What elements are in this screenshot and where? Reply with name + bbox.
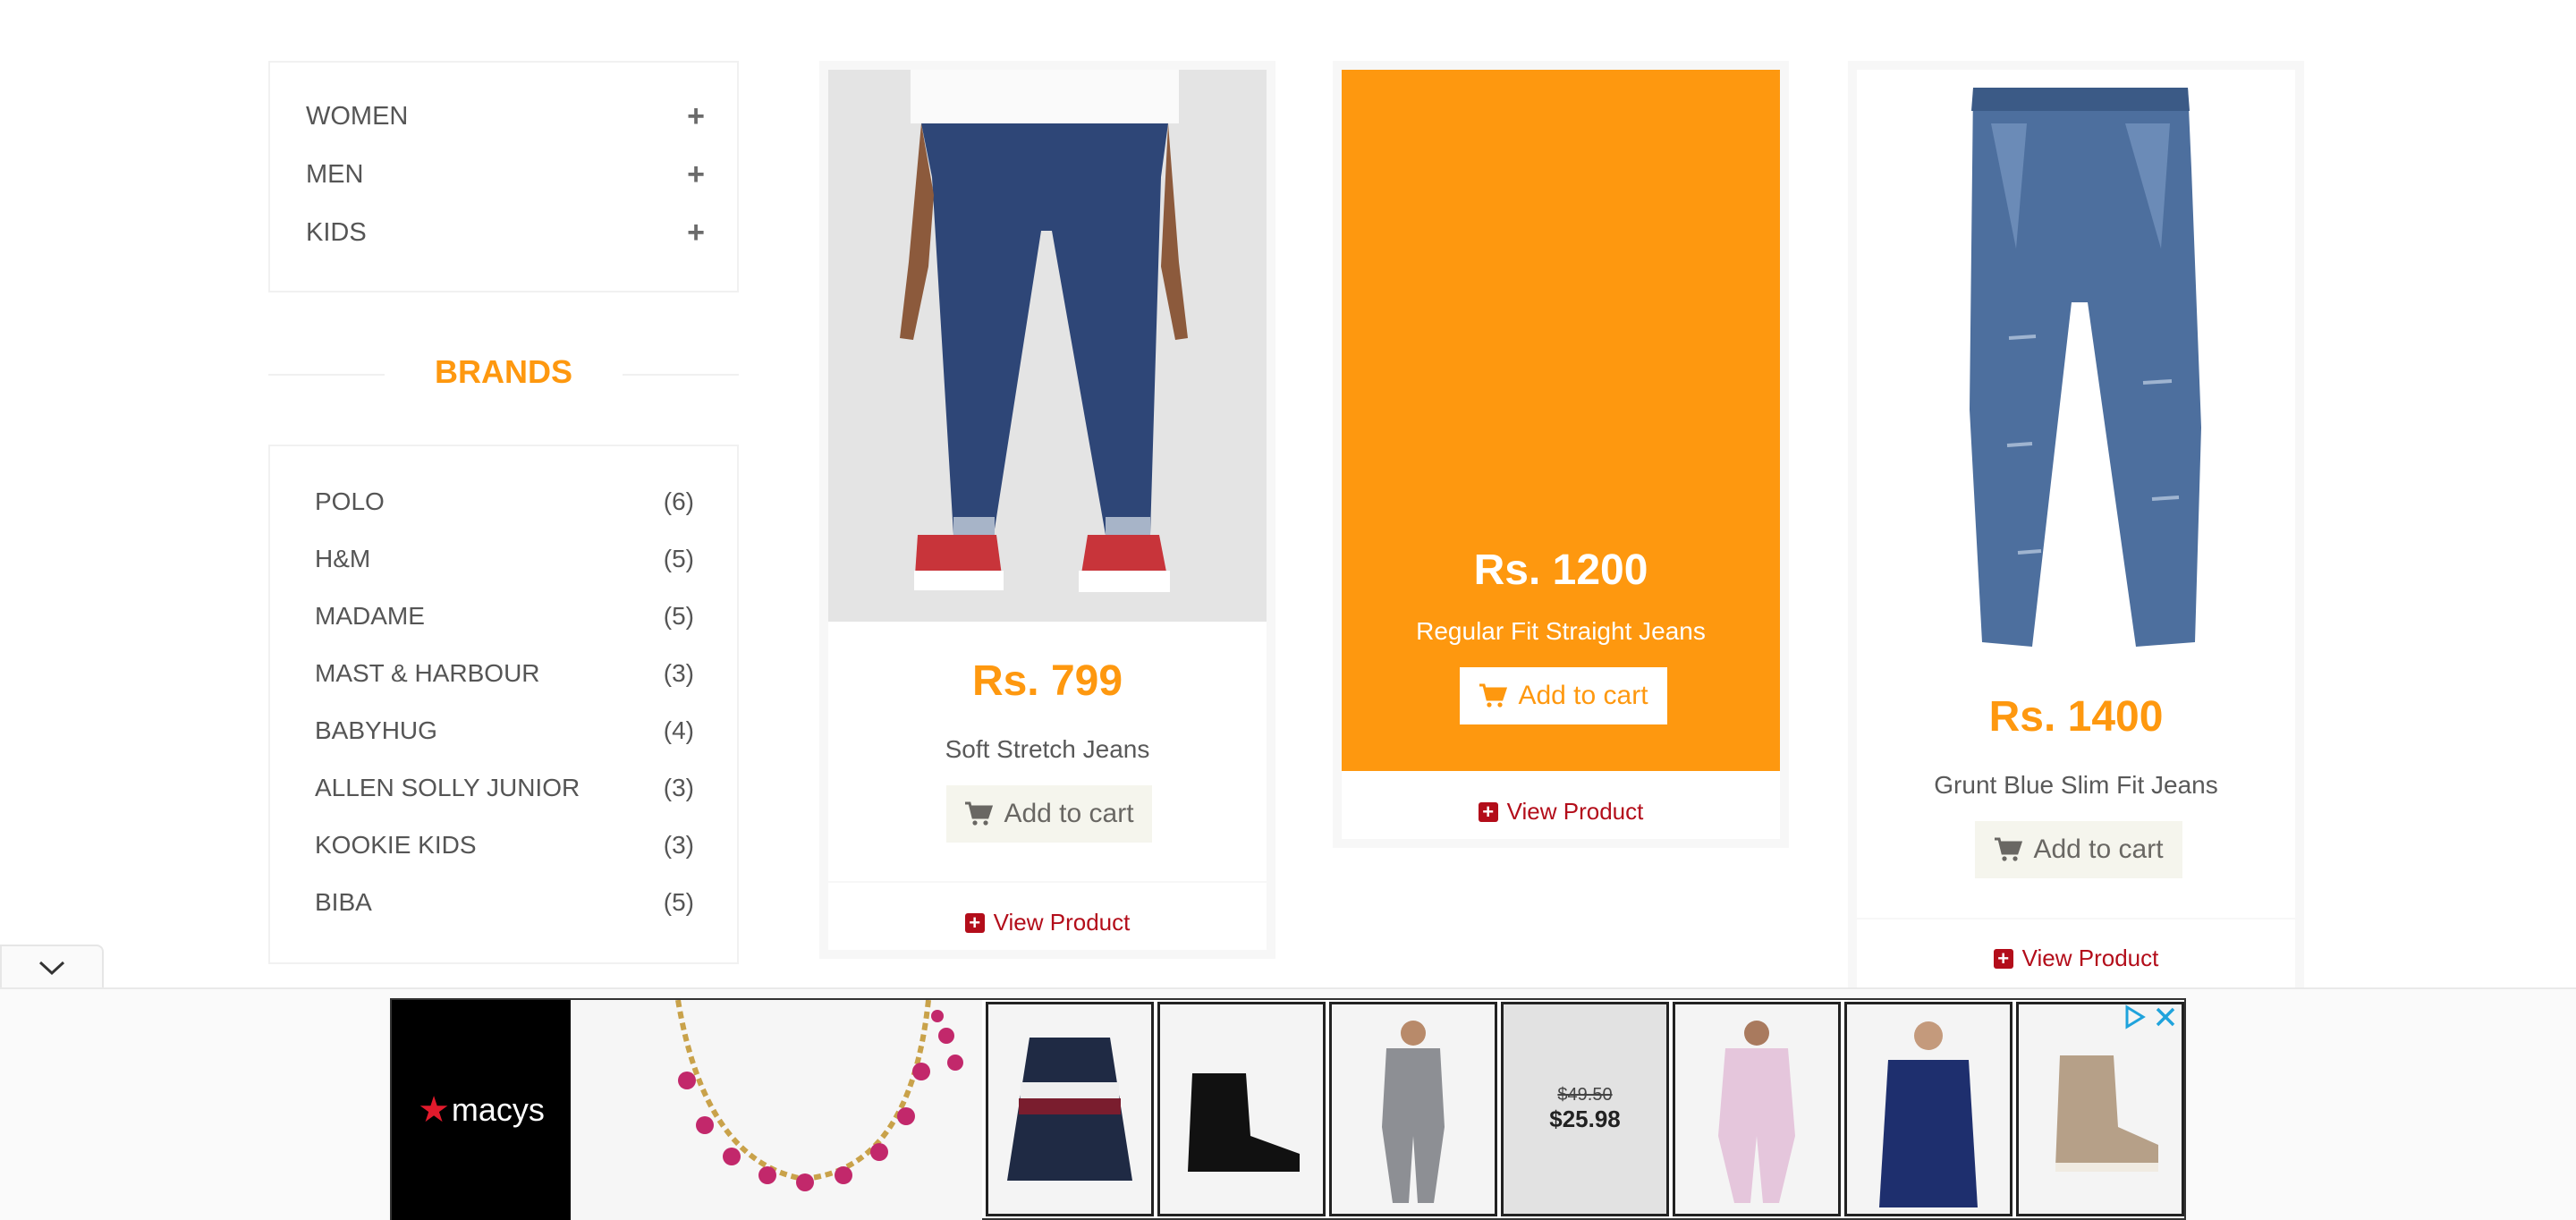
brand-name: BABYHUG — [315, 716, 437, 744]
brand-count: (4) — [663, 716, 694, 744]
old-price: $49.50 — [1557, 1085, 1613, 1105]
brand-count: (5) — [663, 602, 694, 630]
add-to-cart-label: Add to cart — [2033, 835, 2164, 864]
card-divider — [1857, 918, 2295, 919]
ad-product-tile[interactable]: $49.50 $25.98 — [1501, 1002, 1669, 1216]
brand-name: KOOKIE KIDS — [315, 831, 477, 859]
view-product-label: View Product — [993, 909, 1131, 936]
brand-count: (5) — [663, 545, 694, 572]
brand-count: (3) — [663, 774, 694, 801]
product-card: Rs. 799 Soft Stretch Jeans Add to cart +… — [819, 61, 1275, 959]
product-card: Rs. 1200 Regular Fit Straight Jeans Add … — [1333, 61, 1789, 848]
add-to-cart-button[interactable]: Add to cart — [946, 785, 1152, 843]
plus-square-icon: + — [1478, 801, 1498, 822]
blouse-image — [1879, 1021, 1978, 1207]
category-label: MEN — [306, 159, 364, 189]
brand-count: (6) — [663, 487, 694, 515]
brand-name: POLO — [315, 487, 385, 515]
cart-icon — [1479, 683, 1508, 707]
product-name: Grunt Blue Slim Fit Jeans — [1934, 771, 2218, 799]
view-product-link[interactable]: + View Product — [1342, 798, 1780, 826]
add-to-cart-label: Add to cart — [1518, 681, 1648, 710]
brand-count: (3) — [663, 831, 694, 859]
grey-suit-image — [1382, 1021, 1445, 1203]
plus-icon[interactable]: + — [687, 159, 705, 190]
category-label: WOMEN — [306, 101, 409, 131]
add-to-cart-button[interactable]: Add to cart — [1460, 667, 1667, 724]
necklace-graphic — [675, 999, 963, 1191]
jeans-photo — [828, 70, 1267, 622]
brand-name: MADAME — [315, 602, 425, 630]
product-name: Soft Stretch Jeans — [945, 735, 1150, 763]
ad-collapse-button[interactable] — [0, 945, 104, 989]
macys-logo: ★ macys — [392, 1000, 571, 1220]
brand-name: ALLEN SOLLY JUNIOR — [315, 774, 580, 801]
brand-item[interactable]: MAST & HARBOUR (3) — [315, 656, 694, 691]
card-divider — [828, 881, 1267, 883]
brands-heading: BRANDS — [268, 347, 739, 397]
product-overlay[interactable]: Rs. 1200 Regular Fit Straight Jeans Add … — [1342, 70, 1780, 771]
category-women[interactable]: WOMEN + — [306, 98, 705, 134]
view-product-link[interactable]: + View Product — [1857, 945, 2295, 972]
new-price: $25.98 — [1549, 1106, 1621, 1132]
brand-name: BIBA — [315, 888, 372, 916]
ad-product-tile[interactable] — [1157, 1002, 1326, 1216]
brands-title: BRANDS — [434, 353, 572, 390]
plus-square-icon: + — [1993, 948, 2013, 969]
view-product-label: View Product — [1506, 798, 1644, 825]
product-card: Rs. 1400 Grunt Blue Slim Fit Jeans Add t… — [1848, 61, 2304, 991]
brand-item[interactable]: BABYHUG (4) — [315, 713, 694, 749]
plus-icon[interactable]: + — [687, 217, 705, 248]
chevron-down-icon — [38, 961, 65, 976]
close-icon[interactable] — [2152, 1004, 2179, 1030]
ad-product-tile[interactable] — [1844, 1002, 2012, 1216]
sale-price: $49.50 $25.98 — [1549, 1085, 1621, 1133]
brand-item[interactable]: MADAME (5) — [315, 598, 694, 634]
product-price: Rs. 1200 — [1473, 546, 1648, 594]
ad-banner[interactable]: ★ macys $49.50 $25.98 — [390, 998, 2186, 1220]
brands-panel: POLO (6) H&M (5) MADAME (5) MAST & HARBOUR (… — [268, 445, 739, 964]
ad-product-tile[interactable] — [1329, 1002, 1497, 1216]
necklace-image[interactable] — [571, 999, 982, 1220]
chelsea-boot-image — [2055, 1055, 2158, 1172]
view-product-link[interactable]: + View Product — [828, 909, 1267, 936]
category-kids[interactable]: KIDS + — [306, 215, 705, 250]
view-product-label: View Product — [2021, 945, 2159, 971]
add-to-cart-label: Add to cart — [1004, 799, 1134, 828]
ad-product-tile[interactable] — [986, 1002, 1154, 1216]
boot-image — [1188, 1073, 1300, 1172]
brand-count: (5) — [663, 888, 694, 916]
plus-icon[interactable]: + — [687, 101, 705, 131]
jeans-photo — [1970, 88, 2201, 647]
brand-count: (3) — [663, 659, 694, 687]
brand-item[interactable]: H&M (5) — [315, 541, 694, 577]
cart-icon — [965, 801, 994, 826]
adchoices-icon[interactable] — [2122, 1004, 2148, 1030]
product-price: Rs. 1400 — [1988, 693, 2164, 741]
brand-item[interactable]: POLO (6) — [315, 484, 694, 520]
pink-suit-image — [1718, 1021, 1795, 1203]
brand-item[interactable]: KOOKIE KIDS (3) — [315, 827, 694, 863]
category-men[interactable]: MEN + — [306, 157, 705, 192]
product-image[interactable] — [828, 70, 1267, 622]
plus-square-icon: + — [964, 912, 985, 933]
product-image[interactable] — [1857, 70, 2295, 687]
brand-item[interactable]: BIBA (5) — [315, 885, 694, 920]
brand-item[interactable]: ALLEN SOLLY JUNIOR (3) — [315, 770, 694, 806]
category-panel: WOMEN + MEN + KIDS + — [268, 61, 739, 292]
ad-product-tile[interactable] — [1673, 1002, 1841, 1216]
cart-icon — [1995, 837, 2023, 861]
sweater-image — [1007, 1038, 1132, 1181]
ad-brand: macys — [451, 1091, 545, 1128]
brand-name: MAST & HARBOUR — [315, 659, 540, 687]
product-price: Rs. 799 — [971, 657, 1123, 705]
category-label: KIDS — [306, 217, 367, 247]
ad-product-tile[interactable] — [2016, 1002, 2184, 1216]
brand-name: H&M — [315, 545, 371, 572]
product-name: Regular Fit Straight Jeans — [1416, 617, 1706, 645]
add-to-cart-button[interactable]: Add to cart — [1975, 821, 2182, 878]
